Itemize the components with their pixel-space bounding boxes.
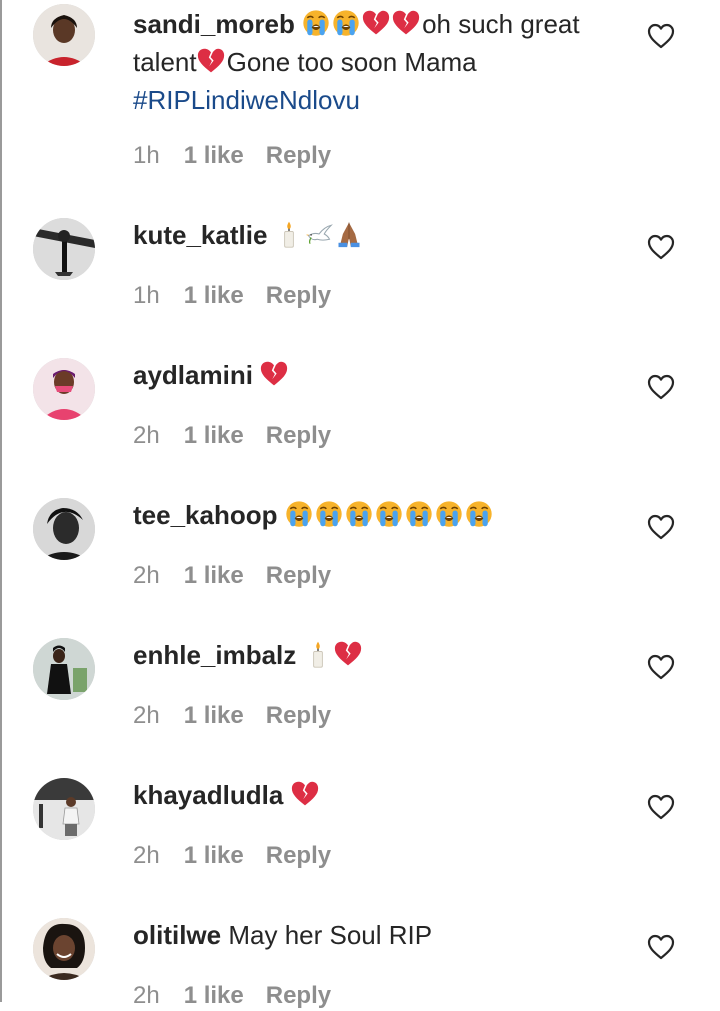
reply-button[interactable]: Reply <box>266 982 331 1009</box>
broken-heart-icon <box>334 640 362 668</box>
candle-icon <box>304 640 332 668</box>
reply-button[interactable]: Reply <box>266 702 331 729</box>
likes-count[interactable]: 1 like <box>184 982 244 1009</box>
avatar[interactable] <box>33 498 95 560</box>
comment-time: 1h <box>133 142 160 169</box>
dove-icon <box>305 220 333 248</box>
broken-heart-icon <box>260 360 288 388</box>
candle-icon <box>275 220 303 248</box>
comment-username[interactable]: enhle_imbalz <box>133 640 296 670</box>
heart-outline-icon[interactable] <box>647 654 675 680</box>
avatar[interactable] <box>33 4 95 66</box>
avatar[interactable] <box>33 778 95 840</box>
comment-username[interactable]: sandi_moreb <box>133 9 295 39</box>
loudly-crying-face-icon <box>345 500 373 528</box>
loudly-crying-face-icon <box>465 500 493 528</box>
likes-count[interactable]: 1 like <box>184 142 244 169</box>
comment-text: May her Soul RIP <box>228 920 433 950</box>
loudly-crying-face-icon <box>332 9 360 37</box>
window-edge <box>0 0 2 1002</box>
comment-username[interactable]: olitilwe <box>133 920 221 950</box>
reply-button[interactable]: Reply <box>266 562 331 589</box>
broken-heart-icon <box>362 9 390 37</box>
comment-meta: 2h 1 like Reply <box>133 701 331 731</box>
broken-heart-icon <box>197 47 225 75</box>
comment-meta: 2h 1 like Reply <box>133 981 331 1011</box>
reply-button[interactable]: Reply <box>266 422 331 449</box>
comment-time: 1h <box>133 282 160 309</box>
loudly-crying-face-icon <box>302 9 330 37</box>
comment-meta: 2h 1 like Reply <box>133 561 331 591</box>
folded-hands-icon <box>335 220 363 248</box>
comment-username[interactable]: aydlamini <box>133 360 253 390</box>
comment-time: 2h <box>133 982 160 1009</box>
comment-username[interactable]: khayadludla <box>133 780 283 810</box>
loudly-crying-face-icon <box>315 500 343 528</box>
avatar[interactable] <box>33 918 95 980</box>
comment-time: 2h <box>133 562 160 589</box>
loudly-crying-face-icon <box>285 500 313 528</box>
reply-button[interactable]: Reply <box>266 842 331 869</box>
comment-meta: 2h 1 like Reply <box>133 841 331 871</box>
loudly-crying-face-icon <box>405 500 433 528</box>
broken-heart-icon <box>392 9 420 37</box>
hashtag-link[interactable]: #RIPLindiweNdlovu <box>133 85 360 115</box>
heart-outline-icon[interactable] <box>647 934 675 960</box>
reply-button[interactable]: Reply <box>266 282 331 309</box>
heart-outline-icon[interactable] <box>647 794 675 820</box>
comment-time: 2h <box>133 422 160 449</box>
reply-button[interactable]: Reply <box>266 142 331 169</box>
comment-username[interactable]: kute_katlie <box>133 220 267 250</box>
comment-time: 2h <box>133 842 160 869</box>
loudly-crying-face-icon <box>435 500 463 528</box>
heart-outline-icon[interactable] <box>647 234 675 260</box>
heart-outline-icon[interactable] <box>647 23 675 49</box>
comment-text: Gone too soon Mama <box>226 47 477 77</box>
comment-text: oh such great <box>422 9 580 39</box>
comment-username[interactable]: tee_kahoop <box>133 500 278 530</box>
heart-outline-icon[interactable] <box>647 374 675 400</box>
likes-count[interactable]: 1 like <box>184 562 244 589</box>
avatar[interactable] <box>33 358 95 420</box>
likes-count[interactable]: 1 like <box>184 842 244 869</box>
loudly-crying-face-icon <box>375 500 403 528</box>
likes-count[interactable]: 1 like <box>184 422 244 449</box>
broken-heart-icon <box>291 780 319 808</box>
comment-time: 2h <box>133 702 160 729</box>
heart-outline-icon[interactable] <box>647 514 675 540</box>
likes-count[interactable]: 1 like <box>184 282 244 309</box>
avatar[interactable] <box>33 638 95 700</box>
comment-meta: 1h 1 like Reply <box>133 281 331 311</box>
comment-meta: 1h 1 like Reply <box>133 141 331 171</box>
comment-meta: 2h 1 like Reply <box>133 421 331 451</box>
comment-text: talent <box>133 47 197 77</box>
likes-count[interactable]: 1 like <box>184 702 244 729</box>
avatar[interactable] <box>33 218 95 280</box>
